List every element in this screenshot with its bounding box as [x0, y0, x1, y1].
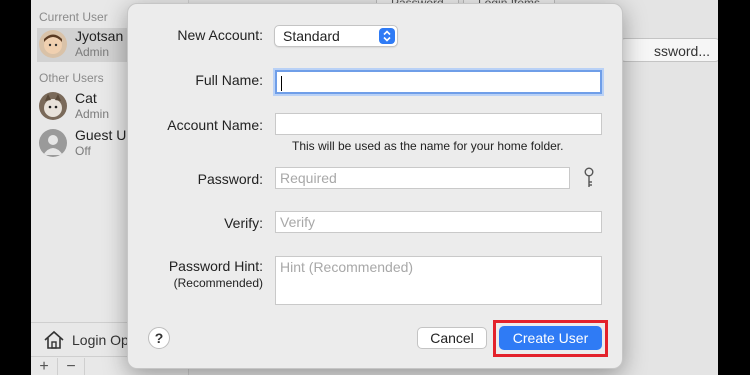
- stepper-icon: [379, 28, 395, 44]
- password-hint-sublabel: (Recommended): [173, 276, 263, 290]
- login-options-label: Login Op: [72, 332, 129, 348]
- password-label: Password:: [197, 171, 263, 187]
- text-caret: [281, 75, 282, 91]
- user-name: Jyotsan: [75, 28, 124, 44]
- change-password-button[interactable]: ssword...: [619, 38, 718, 62]
- user-name: Guest U: [75, 127, 127, 143]
- cancel-button[interactable]: Cancel: [417, 327, 487, 349]
- account-type-value: Standard: [283, 28, 340, 44]
- avatar-icon: [44, 34, 62, 54]
- password-hint-placeholder: Hint (Recommended): [280, 259, 414, 275]
- verify-field[interactable]: Verify: [275, 211, 602, 233]
- create-user-button[interactable]: Create User: [499, 326, 602, 350]
- other-users-header: Other Users: [39, 71, 104, 85]
- remove-user-button[interactable]: −: [58, 358, 85, 375]
- house-icon: [44, 330, 64, 349]
- help-button[interactable]: ?: [148, 327, 170, 349]
- user-role: Off: [75, 144, 91, 158]
- new-account-sheet: New Account: Standard Full Name: Account…: [127, 3, 623, 369]
- avatar: [39, 30, 67, 58]
- user-role: Admin: [75, 45, 110, 59]
- verify-placeholder: Verify: [280, 214, 316, 230]
- account-name-field[interactable]: [275, 113, 602, 135]
- new-account-label: New Account:: [177, 27, 263, 43]
- password-field[interactable]: Required: [275, 167, 570, 189]
- password-hint-field[interactable]: Hint (Recommended): [275, 256, 602, 305]
- account-type-popup[interactable]: Standard: [274, 25, 398, 47]
- avatar: [39, 92, 67, 120]
- user-name: Cat: [75, 90, 97, 106]
- avatar-icon: [44, 94, 62, 117]
- account-name-label: Account Name:: [167, 117, 263, 133]
- avatar-icon: [43, 135, 63, 155]
- user-role: Admin: [75, 107, 110, 121]
- avatar: [39, 129, 67, 157]
- home-folder-hint: This will be used as the name for your h…: [292, 139, 564, 153]
- password-hint-label: Password Hint:: [168, 258, 263, 274]
- current-user-header: Current User: [39, 10, 108, 24]
- full-name-field[interactable]: [275, 70, 602, 94]
- password-placeholder: Required: [280, 170, 337, 186]
- key-icon[interactable]: [583, 167, 595, 189]
- full-name-label: Full Name:: [195, 72, 263, 88]
- add-user-button[interactable]: +: [31, 358, 58, 375]
- verify-label: Verify:: [224, 215, 263, 231]
